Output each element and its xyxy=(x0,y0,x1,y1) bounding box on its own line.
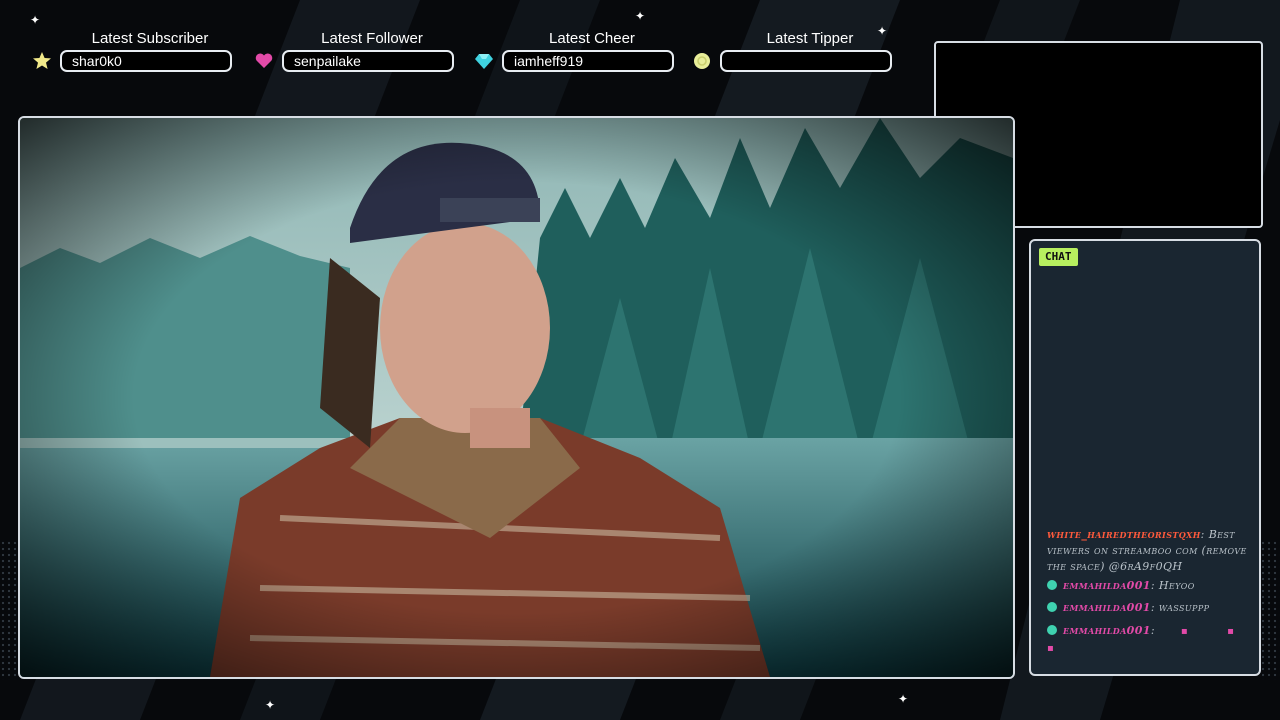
latest-follower-box: senpailake xyxy=(282,50,454,72)
chat-username: emmahilda001 xyxy=(1063,624,1151,637)
chat-tab-label: CHAT xyxy=(1039,248,1078,266)
star-icon xyxy=(33,52,51,69)
webcam-frame xyxy=(18,116,1015,679)
latest-tipper-title: Latest Tipper xyxy=(766,30,854,47)
chat-message: emmahilda001: Heyoo xyxy=(1047,578,1257,594)
chat-badge-icon xyxy=(1047,602,1057,612)
heart-icon xyxy=(255,53,273,68)
chat-badge-icon xyxy=(1047,580,1057,590)
chat-message: emmahilda001: wassuppp xyxy=(1047,600,1257,616)
chat-message-text: Heyoo xyxy=(1158,579,1195,592)
chat-separator: : xyxy=(1150,579,1155,592)
latest-follower-value: senpailake xyxy=(294,53,361,69)
gem-icon xyxy=(475,54,493,69)
latest-tipper-box xyxy=(720,50,892,72)
latest-cheer-title: Latest Cheer xyxy=(549,30,635,47)
chat-username: white_hairedtheoristqxh xyxy=(1047,528,1201,541)
chat-message-text: wassuppp xyxy=(1158,601,1210,614)
latest-follower-title: Latest Follower xyxy=(321,30,423,47)
sparkle-icon: ✦ xyxy=(265,698,276,712)
chat-username: emmahilda001 xyxy=(1063,579,1151,592)
chat-badge-icon xyxy=(1047,625,1057,635)
chat-separator: : xyxy=(1150,624,1155,637)
chat-separator: : xyxy=(1150,601,1155,614)
chat-message: white_hairedtheoristqxh: Best viewers on… xyxy=(1047,527,1257,575)
coin-icon xyxy=(694,53,710,69)
chat-panel: CHAT white_hairedtheoristqxh: Best viewe… xyxy=(1029,239,1261,676)
latest-cheer-value: iamheff919 xyxy=(514,53,584,69)
webcam-video xyxy=(20,118,1013,677)
chat-message: emmahilda001: ▪ ▪ ▪ xyxy=(1047,623,1257,657)
sparkle-icon: ✦ xyxy=(635,9,646,23)
latest-cheer-box: iamheff919 xyxy=(502,50,674,72)
sparkle-icon: ✦ xyxy=(30,13,41,27)
sparkle-icon: ✦ xyxy=(898,692,909,706)
latest-subscriber-box: shar0k0 xyxy=(60,50,232,72)
latest-subscriber-title: Latest Subscriber xyxy=(91,30,209,47)
chat-username: emmahilda001 xyxy=(1063,601,1151,614)
latest-subscriber-value: shar0k0 xyxy=(72,53,122,69)
chat-separator: : xyxy=(1200,528,1205,541)
